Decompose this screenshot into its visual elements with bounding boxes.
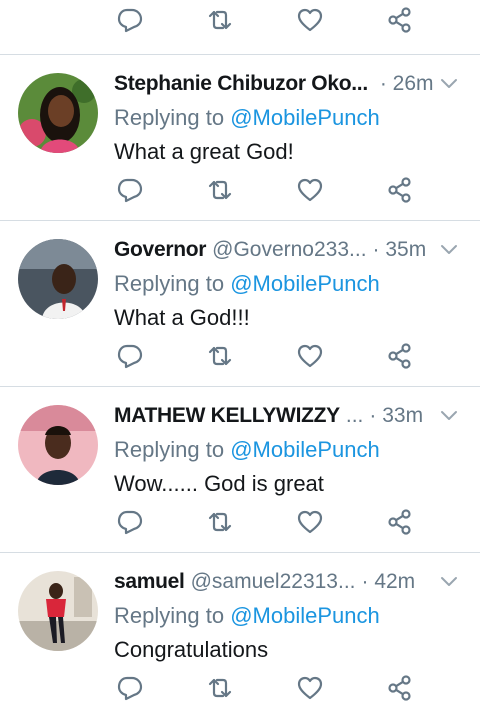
tweet-header: samuel @samuel22313... · 42m <box>114 567 436 597</box>
tweet-header: Stephanie Chibuzor Oko... · 26m <box>114 69 436 99</box>
mention-link[interactable]: @MobilePunch <box>230 437 380 462</box>
reply-icon[interactable] <box>116 6 144 34</box>
tweet-item[interactable]: Governor @Governo233... · 35m Replying t… <box>0 221 480 387</box>
replying-to-line: Replying to @MobilePunch <box>114 103 380 133</box>
user-handle[interactable]: @Governo233... <box>212 235 366 265</box>
tweet-text: Congratulations <box>114 637 269 662</box>
chevron-down-icon[interactable] <box>440 77 458 89</box>
tweet-text: Wow...... God is great <box>114 471 324 496</box>
previous-tweet-actions <box>0 0 480 55</box>
avatar[interactable] <box>18 405 98 485</box>
share-icon[interactable] <box>386 508 414 536</box>
replying-to-label: Replying to <box>114 437 225 462</box>
share-icon[interactable] <box>386 176 414 204</box>
chevron-down-icon[interactable] <box>440 243 458 255</box>
reply-icon[interactable] <box>116 342 144 370</box>
tweet-time[interactable]: · 33m <box>369 401 423 431</box>
tweet-header: MATHEW KELLYWIZZY ... · 33m <box>114 401 436 431</box>
retweet-icon[interactable] <box>206 176 234 204</box>
reply-icon[interactable] <box>116 674 144 702</box>
user-name[interactable]: samuel <box>114 567 185 597</box>
tweet-item[interactable]: samuel @samuel22313... · 42m Replying to… <box>0 553 480 719</box>
mention-link[interactable]: @MobilePunch <box>230 105 380 130</box>
chevron-down-icon[interactable] <box>440 409 458 421</box>
heart-icon[interactable] <box>296 342 324 370</box>
replying-to-label: Replying to <box>114 105 225 130</box>
replying-to-label: Replying to <box>114 271 225 296</box>
tweet-item[interactable]: MATHEW KELLYWIZZY ... · 33m Replying to … <box>0 387 480 553</box>
replying-to-line: Replying to @MobilePunch <box>114 601 380 631</box>
tweet-time[interactable]: · 35m <box>373 235 427 265</box>
chevron-down-icon[interactable] <box>440 575 458 587</box>
share-icon[interactable] <box>386 342 414 370</box>
tweet-header: Governor @Governo233... · 35m <box>114 235 436 265</box>
retweet-icon[interactable] <box>206 342 234 370</box>
mention-link[interactable]: @MobilePunch <box>230 603 380 628</box>
tweet-time[interactable]: · 42m <box>362 567 416 597</box>
heart-icon[interactable] <box>296 6 324 34</box>
heart-icon[interactable] <box>296 176 324 204</box>
reply-icon[interactable] <box>116 508 144 536</box>
user-name[interactable]: Stephanie Chibuzor Oko... <box>114 69 368 99</box>
tweet-text: What a great God! <box>114 139 294 164</box>
replying-to-label: Replying to <box>114 603 225 628</box>
avatar[interactable] <box>18 73 98 153</box>
heart-icon[interactable] <box>296 674 324 702</box>
retweet-icon[interactable] <box>206 6 234 34</box>
tweet-item[interactable]: Stephanie Chibuzor Oko... · 26m Replying… <box>0 55 480 221</box>
user-handle[interactable]: @samuel22313... <box>191 567 356 597</box>
retweet-icon[interactable] <box>206 674 234 702</box>
mention-link[interactable]: @MobilePunch <box>230 271 380 296</box>
reply-icon[interactable] <box>116 176 144 204</box>
user-name[interactable]: MATHEW KELLYWIZZY <box>114 401 340 431</box>
avatar[interactable] <box>18 239 98 319</box>
tweet-text: What a God!!! <box>114 305 250 330</box>
replying-to-line: Replying to @MobilePunch <box>114 269 380 299</box>
share-icon[interactable] <box>386 674 414 702</box>
avatar[interactable] <box>18 571 98 651</box>
user-handle[interactable]: ... <box>346 401 364 431</box>
share-icon[interactable] <box>386 6 414 34</box>
heart-icon[interactable] <box>296 508 324 536</box>
tweet-time[interactable]: · 26m <box>380 69 434 99</box>
replying-to-line: Replying to @MobilePunch <box>114 435 380 465</box>
user-name[interactable]: Governor <box>114 235 206 265</box>
retweet-icon[interactable] <box>206 508 234 536</box>
